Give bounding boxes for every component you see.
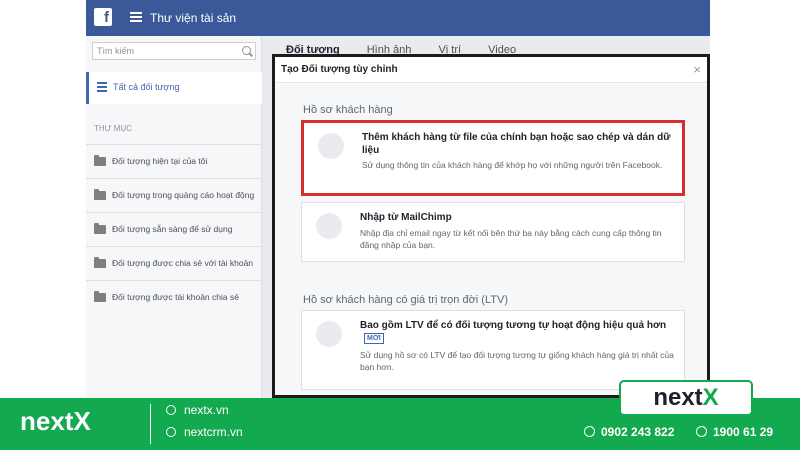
footer-divider xyxy=(150,404,151,444)
globe-icon xyxy=(166,405,176,415)
folder-item[interactable]: Đối tượng được tài khoản chia sẻ xyxy=(86,280,262,314)
option-ltv[interactable]: Bao gồm LTV để có đối tượng tương tự hoạ… xyxy=(301,310,685,390)
search-input[interactable]: Tìm kiếm xyxy=(92,42,256,60)
folder-icon xyxy=(94,257,106,268)
download-icon xyxy=(316,213,342,239)
hotline-icon xyxy=(696,426,707,437)
folder-icon xyxy=(94,223,106,234)
top-bar: f Thư viện tài sản xyxy=(86,0,710,36)
new-badge: MỚI xyxy=(364,332,384,344)
group-label-customer-file: Hồ sơ khách hàng xyxy=(303,104,393,116)
custom-audience-dialog: Tạo Đối tượng tùy chỉnh × Hồ sơ khách hà… xyxy=(272,54,710,398)
link-text: nextx.vn xyxy=(184,403,229,417)
option-title: Nhập từ MailChimp xyxy=(360,212,452,223)
sidebar: Tìm kiếm Tất cả đối tượng THƯ MỤC Đối tư… xyxy=(86,36,262,398)
close-icon[interactable]: × xyxy=(693,62,701,77)
phone-icon xyxy=(584,426,595,437)
phone-number[interactable]: 0902 243 822 xyxy=(584,425,674,439)
phone-text: 0902 243 822 xyxy=(601,425,675,439)
hotline-number[interactable]: 1900 61 29 xyxy=(696,425,773,439)
dialog-title: Tạo Đối tượng tùy chỉnh xyxy=(281,64,398,75)
bar-chart-icon xyxy=(316,321,342,347)
menu-icon[interactable] xyxy=(130,12,142,22)
search-placeholder: Tìm kiếm xyxy=(97,46,134,56)
globe-icon xyxy=(166,427,176,437)
link-text: nextcrm.vn xyxy=(184,425,243,439)
folder-section-heading: THƯ MỤC xyxy=(94,124,132,133)
brand-name: nextX xyxy=(20,406,91,436)
logo-text: next xyxy=(653,384,703,411)
phone-text: 1900 61 29 xyxy=(713,425,774,439)
nextx-logo: nextX xyxy=(619,380,753,416)
folder-item[interactable]: Đối tượng trong quảng cáo hoạt động xyxy=(86,178,262,212)
option-description: Sử dụng hồ sơ có LTV để tạo đối tượng tư… xyxy=(360,350,674,372)
option-description: Sử dụng thông tin của khách hàng để khớp… xyxy=(362,160,663,170)
option-title-text: Bao gồm LTV để có đối tượng tương tự hoạ… xyxy=(360,320,667,331)
logo-x: X xyxy=(702,384,719,411)
folder-list: Đối tượng hiện tại của tôi Đối tượng tro… xyxy=(86,144,262,314)
dialog-body: Hồ sơ khách hàng Thêm khách hàng từ file… xyxy=(275,84,707,395)
group-label-ltv: Hồ sơ khách hàng có giá trị trọn đời (LT… xyxy=(303,294,508,306)
folder-label: Đối tượng được chia sẻ với tài khoản xyxy=(112,258,254,268)
file-upload-icon xyxy=(318,133,344,159)
search-icon[interactable] xyxy=(242,46,251,55)
folder-item[interactable]: Đối tượng sẵn sàng để sử dụng xyxy=(86,212,262,246)
option-mailchimp[interactable]: Nhập từ MailChimp Nhập địa chỉ email nga… xyxy=(301,202,685,262)
option-title: Thêm khách hàng từ file của chính bạn ho… xyxy=(362,132,671,156)
folder-label: Đối tượng hiện tại của tôi xyxy=(112,156,208,166)
page-title: Thư viện tài sản xyxy=(150,11,237,25)
folder-icon xyxy=(94,189,106,200)
facebook-logo-icon[interactable]: f xyxy=(94,8,112,26)
option-title: Bao gồm LTV để có đối tượng tương tự hoạ… xyxy=(360,319,676,345)
website-link[interactable]: nextcrm.vn xyxy=(166,425,243,439)
folder-item[interactable]: Đối tượng hiện tại của tôi xyxy=(86,144,262,178)
dialog-header: Tạo Đối tượng tùy chỉnh × xyxy=(275,57,707,83)
sidebar-item-label: Tất cả đối tượng xyxy=(113,82,180,92)
folder-label: Đối tượng trong quảng cáo hoạt động xyxy=(112,190,255,200)
folder-label: Đối tượng sẵn sàng để sử dụng xyxy=(112,224,233,234)
list-icon xyxy=(97,82,107,92)
sidebar-item-all-audiences[interactable]: Tất cả đối tượng xyxy=(86,72,262,104)
folder-icon xyxy=(94,291,106,302)
option-customer-file[interactable]: Thêm khách hàng từ file của chính bạn ho… xyxy=(301,120,685,196)
folder-icon xyxy=(94,155,106,166)
folder-label: Đối tượng được tài khoản chia sẻ xyxy=(112,292,239,302)
website-link[interactable]: nextx.vn xyxy=(166,403,229,417)
folder-item[interactable]: Đối tượng được chia sẻ với tài khoản xyxy=(86,246,262,280)
option-description: Nhập địa chỉ email ngay từ kết nối bên t… xyxy=(360,228,662,250)
